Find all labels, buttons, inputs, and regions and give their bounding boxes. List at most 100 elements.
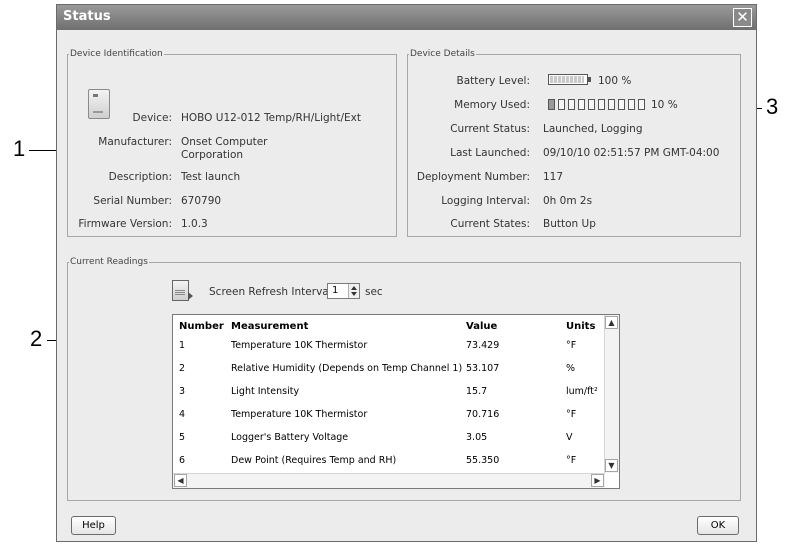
- battery-icon: [548, 74, 591, 85]
- device-identification-group: Device Identification Device: HOBO U12-0…: [67, 49, 397, 237]
- refresh-interval-unit: sec: [365, 286, 383, 298]
- serial-number-label: Serial Number:: [93, 195, 172, 207]
- row-measurement: Temperature 10K Thermistor: [231, 409, 368, 420]
- scroll-down-icon[interactable]: ▼: [605, 459, 618, 472]
- table-row[interactable]: 2 Relative Humidity (Depends on Temp Cha…: [173, 358, 605, 380]
- row-units: °F: [566, 409, 577, 420]
- row-measurement: Relative Humidity (Depends on Temp Chann…: [231, 363, 463, 374]
- window-title: Status: [63, 9, 111, 24]
- row-units: °F: [566, 340, 577, 351]
- status-window: Status ✕ Device Identification Device: H…: [56, 4, 757, 542]
- manufacturer-label: Manufacturer:: [98, 136, 172, 148]
- vertical-scrollbar[interactable]: ▲ ▼: [604, 315, 619, 473]
- logger-device-icon: [88, 89, 110, 119]
- row-units: V: [566, 432, 573, 443]
- table-row[interactable]: 1 Temperature 10K Thermistor 73.429 °F: [173, 335, 605, 357]
- row-number: 1: [179, 340, 186, 351]
- current-readings-group: Current Readings Screen Refresh Interval…: [67, 257, 741, 501]
- deployment-number-label: Deployment Number:: [416, 171, 530, 183]
- callout-2-number: 2: [30, 326, 43, 351]
- firmware-version-label: Firmware Version:: [78, 218, 172, 230]
- row-measurement: Temperature 10K Thermistor: [231, 340, 368, 351]
- memory-segment: [578, 99, 585, 110]
- row-number: 2: [179, 363, 186, 374]
- refresh-interval-label: Screen Refresh Interval:: [209, 286, 336, 298]
- battery-level-label: Battery Level:: [456, 75, 530, 87]
- row-number: 4: [179, 409, 186, 420]
- battery-tip: [588, 77, 591, 82]
- row-measurement: Logger's Battery Voltage: [231, 432, 349, 443]
- row-value: 3.05: [466, 432, 488, 443]
- device-details-group: Device Details Battery Level: 100 % Memo…: [407, 49, 741, 237]
- table-row[interactable]: 4 Temperature 10K Thermistor 70.716 °F: [173, 404, 605, 426]
- memory-segment: [628, 99, 635, 110]
- callout-3-number: 3: [766, 94, 779, 119]
- memory-segment: [558, 99, 565, 110]
- current-status-value: Launched, Logging: [543, 123, 643, 135]
- stepper-down-icon[interactable]: [351, 292, 357, 296]
- row-units: lum/ft²: [566, 386, 598, 397]
- refresh-arrow-icon: [188, 292, 193, 300]
- device-label: Device:: [132, 112, 172, 124]
- device-value: HOBO U12-012 Temp/RH/Light/Ext: [181, 112, 361, 124]
- column-header-number[interactable]: Number: [179, 321, 224, 332]
- memory-used-value: 10 %: [651, 99, 678, 111]
- table-row[interactable]: 5 Logger's Battery Voltage 3.05 V: [173, 427, 605, 449]
- title-bar: Status ✕: [57, 5, 756, 30]
- row-units: °F: [566, 455, 577, 466]
- row-value: 15.7: [466, 386, 488, 397]
- row-measurement: Light Intensity: [231, 386, 300, 397]
- scroll-right-icon[interactable]: ▶: [591, 474, 604, 487]
- current-readings-legend: Current Readings: [70, 257, 148, 267]
- firmware-version-value: 1.0.3: [181, 218, 208, 230]
- battery-fill: [550, 76, 584, 83]
- close-icon[interactable]: ✕: [733, 8, 752, 27]
- column-header-measurement[interactable]: Measurement: [231, 321, 308, 332]
- row-value: 70.716: [466, 409, 500, 420]
- horizontal-scrollbar[interactable]: ◀ ▶: [173, 473, 605, 488]
- description-value: Test launch: [181, 171, 241, 183]
- row-number: 3: [179, 386, 186, 397]
- memory-segment: [638, 99, 645, 110]
- ok-button[interactable]: OK: [697, 516, 739, 535]
- stepper-buttons[interactable]: [348, 284, 359, 298]
- callout-1-number: 1: [13, 136, 26, 161]
- device-details-legend: Device Details: [410, 49, 475, 59]
- stepper-up-icon[interactable]: [351, 286, 357, 290]
- manufacturer-value: Onset Computer Corporation: [181, 136, 268, 161]
- refresh-icon: [172, 280, 189, 301]
- logging-interval-label: Logging Interval:: [441, 195, 530, 207]
- memory-used-bar: [548, 99, 648, 110]
- row-measurement: Dew Point (Requires Temp and RH): [231, 455, 397, 466]
- refresh-interval-stepper[interactable]: 1: [327, 283, 360, 299]
- table-row[interactable]: 3 Light Intensity 15.7 lum/ft²: [173, 381, 605, 403]
- memory-segment: [608, 99, 615, 110]
- row-value: 53.107: [466, 363, 500, 374]
- memory-segment: [618, 99, 625, 110]
- table-row[interactable]: 6 Dew Point (Requires Temp and RH) 55.35…: [173, 450, 605, 472]
- memory-segment: [588, 99, 595, 110]
- row-number: 5: [179, 432, 186, 443]
- memory-segment: [598, 99, 605, 110]
- row-number: 6: [179, 455, 186, 466]
- scroll-left-icon[interactable]: ◀: [174, 474, 187, 487]
- memory-segment: [548, 99, 555, 110]
- description-label: Description:: [108, 171, 172, 183]
- refresh-interval-value[interactable]: 1: [332, 285, 338, 296]
- help-button[interactable]: Help: [71, 516, 116, 535]
- row-value: 73.429: [466, 340, 500, 351]
- column-header-value[interactable]: Value: [466, 321, 497, 332]
- serial-number-value: 670790: [181, 195, 222, 207]
- current-states-label: Current States:: [450, 218, 530, 230]
- current-status-label: Current Status:: [450, 123, 530, 135]
- last-launched-label: Last Launched:: [450, 147, 530, 159]
- current-states-value: Button Up: [543, 218, 596, 230]
- last-launched-value: 09/10/10 02:51:57 PM GMT-04:00: [543, 147, 720, 159]
- column-header-units[interactable]: Units: [566, 321, 595, 332]
- readings-table[interactable]: Number Measurement Value Units 1 Tempera…: [172, 314, 620, 489]
- row-value: 55.350: [466, 455, 500, 466]
- scroll-up-icon[interactable]: ▲: [605, 316, 618, 329]
- battery-level-value: 100 %: [598, 75, 632, 87]
- device-identification-legend: Device Identification: [70, 49, 163, 59]
- logging-interval-value: 0h 0m 2s: [543, 195, 593, 207]
